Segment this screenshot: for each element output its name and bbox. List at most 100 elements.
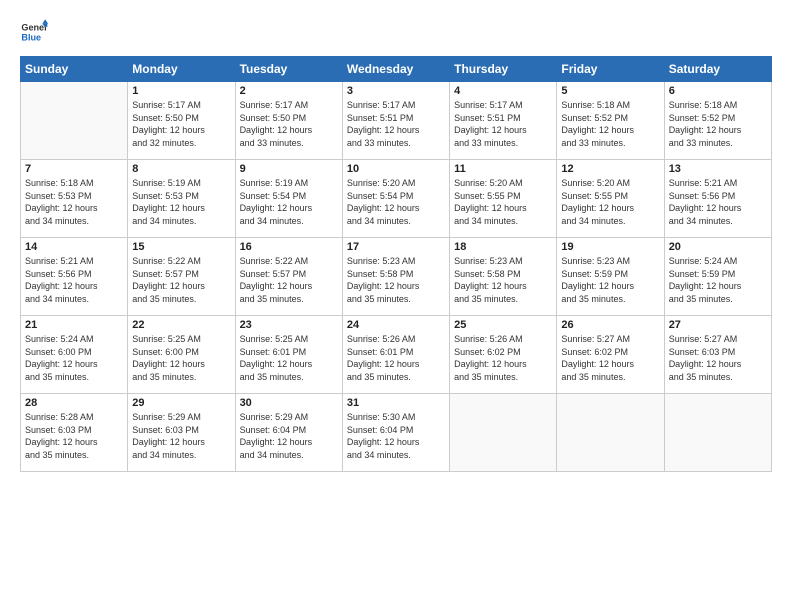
day-info: Sunrise: 5:29 AM Sunset: 6:04 PM Dayligh… xyxy=(240,411,338,461)
day-info: Sunrise: 5:27 AM Sunset: 6:03 PM Dayligh… xyxy=(669,333,767,383)
calendar-cell: 30 Sunrise: 5:29 AM Sunset: 6:04 PM Dayli… xyxy=(235,394,342,472)
calendar-cell: 21 Sunrise: 5:24 AM Sunset: 6:00 PM Dayli… xyxy=(21,316,128,394)
calendar-cell: 29 Sunrise: 5:29 AM Sunset: 6:03 PM Dayli… xyxy=(128,394,235,472)
day-info: Sunrise: 5:28 AM Sunset: 6:03 PM Dayligh… xyxy=(25,411,123,461)
calendar-header-row: SundayMondayTuesdayWednesdayThursdayFrid… xyxy=(21,57,772,82)
day-info: Sunrise: 5:17 AM Sunset: 5:51 PM Dayligh… xyxy=(454,99,552,149)
day-info: Sunrise: 5:18 AM Sunset: 5:53 PM Dayligh… xyxy=(25,177,123,227)
day-info: Sunrise: 5:25 AM Sunset: 6:00 PM Dayligh… xyxy=(132,333,230,383)
day-number: 15 xyxy=(132,241,230,253)
calendar-cell: 3 Sunrise: 5:17 AM Sunset: 5:51 PM Daylig… xyxy=(342,82,449,160)
calendar-cell: 27 Sunrise: 5:27 AM Sunset: 6:03 PM Dayli… xyxy=(664,316,771,394)
day-number: 14 xyxy=(25,241,123,253)
day-info: Sunrise: 5:25 AM Sunset: 6:01 PM Dayligh… xyxy=(240,333,338,383)
day-number: 5 xyxy=(561,85,659,97)
col-header-wednesday: Wednesday xyxy=(342,57,449,82)
day-info: Sunrise: 5:21 AM Sunset: 5:56 PM Dayligh… xyxy=(669,177,767,227)
calendar-week-row: 7 Sunrise: 5:18 AM Sunset: 5:53 PM Daylig… xyxy=(21,160,772,238)
day-info: Sunrise: 5:19 AM Sunset: 5:53 PM Dayligh… xyxy=(132,177,230,227)
day-number: 16 xyxy=(240,241,338,253)
calendar-cell: 28Sunrise: 5:28 AM Sunset: 6:03 PM Dayli… xyxy=(21,394,128,472)
day-number: 27 xyxy=(669,319,767,331)
day-number: 4 xyxy=(454,85,552,97)
calendar-cell: 12 Sunrise: 5:20 AM Sunset: 5:55 PM Dayli… xyxy=(557,160,664,238)
calendar-cell: 4 Sunrise: 5:17 AM Sunset: 5:51 PM Daylig… xyxy=(450,82,557,160)
day-number: 19 xyxy=(561,241,659,253)
day-number: 25 xyxy=(454,319,552,331)
day-number: 23 xyxy=(240,319,338,331)
calendar-cell: 6Sunrise: 5:18 AM Sunset: 5:52 PM Daylig… xyxy=(664,82,771,160)
calendar-cell: 24Sunrise: 5:26 AM Sunset: 6:01 PM Dayli… xyxy=(342,316,449,394)
calendar-cell: 16 Sunrise: 5:22 AM Sunset: 5:57 PM Dayli… xyxy=(235,238,342,316)
calendar-cell xyxy=(557,394,664,472)
calendar-cell: 19 Sunrise: 5:23 AM Sunset: 5:59 PM Dayli… xyxy=(557,238,664,316)
day-number: 21 xyxy=(25,319,123,331)
day-number: 3 xyxy=(347,85,445,97)
day-info: Sunrise: 5:17 AM Sunset: 5:51 PM Dayligh… xyxy=(347,99,445,149)
col-header-friday: Friday xyxy=(557,57,664,82)
day-info: Sunrise: 5:20 AM Sunset: 5:55 PM Dayligh… xyxy=(454,177,552,227)
day-info: Sunrise: 5:23 AM Sunset: 5:58 PM Dayligh… xyxy=(347,255,445,305)
day-info: Sunrise: 5:26 AM Sunset: 6:02 PM Dayligh… xyxy=(454,333,552,383)
calendar-cell: 18Sunrise: 5:23 AM Sunset: 5:58 PM Dayli… xyxy=(450,238,557,316)
day-info: Sunrise: 5:23 AM Sunset: 5:59 PM Dayligh… xyxy=(561,255,659,305)
day-info: Sunrise: 5:29 AM Sunset: 6:03 PM Dayligh… xyxy=(132,411,230,461)
day-info: Sunrise: 5:21 AM Sunset: 5:56 PM Dayligh… xyxy=(25,255,123,305)
day-number: 2 xyxy=(240,85,338,97)
calendar-cell: 20Sunrise: 5:24 AM Sunset: 5:59 PM Dayli… xyxy=(664,238,771,316)
calendar-cell xyxy=(664,394,771,472)
day-number: 20 xyxy=(669,241,767,253)
day-info: Sunrise: 5:19 AM Sunset: 5:54 PM Dayligh… xyxy=(240,177,338,227)
calendar-page: General Blue SundayMondayTuesdayWednesda… xyxy=(0,0,792,612)
day-info: Sunrise: 5:18 AM Sunset: 5:52 PM Dayligh… xyxy=(669,99,767,149)
col-header-tuesday: Tuesday xyxy=(235,57,342,82)
calendar-table: SundayMondayTuesdayWednesdayThursdayFrid… xyxy=(20,56,772,472)
day-info: Sunrise: 5:23 AM Sunset: 5:58 PM Dayligh… xyxy=(454,255,552,305)
day-number: 12 xyxy=(561,163,659,175)
calendar-cell: 11 Sunrise: 5:20 AM Sunset: 5:55 PM Dayli… xyxy=(450,160,557,238)
day-number: 7 xyxy=(25,163,123,175)
calendar-cell: 31 Sunrise: 5:30 AM Sunset: 6:04 PM Dayli… xyxy=(342,394,449,472)
day-info: Sunrise: 5:24 AM Sunset: 6:00 PM Dayligh… xyxy=(25,333,123,383)
calendar-cell: 1Sunrise: 5:17 AM Sunset: 5:50 PM Daylig… xyxy=(128,82,235,160)
calendar-cell: 13Sunrise: 5:21 AM Sunset: 5:56 PM Dayli… xyxy=(664,160,771,238)
calendar-cell: 17 Sunrise: 5:23 AM Sunset: 5:58 PM Dayli… xyxy=(342,238,449,316)
calendar-cell: 25 Sunrise: 5:26 AM Sunset: 6:02 PM Dayli… xyxy=(450,316,557,394)
day-info: Sunrise: 5:20 AM Sunset: 5:55 PM Dayligh… xyxy=(561,177,659,227)
calendar-cell: 26Sunrise: 5:27 AM Sunset: 6:02 PM Dayli… xyxy=(557,316,664,394)
day-number: 10 xyxy=(347,163,445,175)
day-number: 11 xyxy=(454,163,552,175)
day-number: 26 xyxy=(561,319,659,331)
calendar-cell xyxy=(450,394,557,472)
day-info: Sunrise: 5:18 AM Sunset: 5:52 PM Dayligh… xyxy=(561,99,659,149)
day-number: 17 xyxy=(347,241,445,253)
day-number: 8 xyxy=(132,163,230,175)
calendar-cell: 22 Sunrise: 5:25 AM Sunset: 6:00 PM Dayli… xyxy=(128,316,235,394)
day-info: Sunrise: 5:30 AM Sunset: 6:04 PM Dayligh… xyxy=(347,411,445,461)
day-number: 22 xyxy=(132,319,230,331)
calendar-cell: 5 Sunrise: 5:18 AM Sunset: 5:52 PM Daylig… xyxy=(557,82,664,160)
col-header-thursday: Thursday xyxy=(450,57,557,82)
day-number: 29 xyxy=(132,397,230,409)
day-info: Sunrise: 5:22 AM Sunset: 5:57 PM Dayligh… xyxy=(240,255,338,305)
header: General Blue xyxy=(20,18,772,46)
day-info: Sunrise: 5:22 AM Sunset: 5:57 PM Dayligh… xyxy=(132,255,230,305)
col-header-monday: Monday xyxy=(128,57,235,82)
calendar-cell: 23 Sunrise: 5:25 AM Sunset: 6:01 PM Dayli… xyxy=(235,316,342,394)
calendar-cell xyxy=(21,82,128,160)
svg-text:Blue: Blue xyxy=(21,32,41,42)
calendar-cell: 15 Sunrise: 5:22 AM Sunset: 5:57 PM Dayli… xyxy=(128,238,235,316)
day-number: 1 xyxy=(132,85,230,97)
calendar-week-row: 1 Sunrise: 5:17 AM Sunset: 5:50 PM Daylig… xyxy=(21,82,772,160)
day-number: 9 xyxy=(240,163,338,175)
calendar-cell: 7 Sunrise: 5:18 AM Sunset: 5:53 PM Daylig… xyxy=(21,160,128,238)
calendar-cell: 9 Sunrise: 5:19 AM Sunset: 5:54 PM Daylig… xyxy=(235,160,342,238)
day-number: 30 xyxy=(240,397,338,409)
col-header-sunday: Sunday xyxy=(21,57,128,82)
day-number: 24 xyxy=(347,319,445,331)
calendar-week-row: 14 Sunrise: 5:21 AM Sunset: 5:56 PM Dayli… xyxy=(21,238,772,316)
day-info: Sunrise: 5:17 AM Sunset: 5:50 PM Dayligh… xyxy=(240,99,338,149)
day-info: Sunrise: 5:20 AM Sunset: 5:54 PM Dayligh… xyxy=(347,177,445,227)
col-header-saturday: Saturday xyxy=(664,57,771,82)
day-number: 31 xyxy=(347,397,445,409)
